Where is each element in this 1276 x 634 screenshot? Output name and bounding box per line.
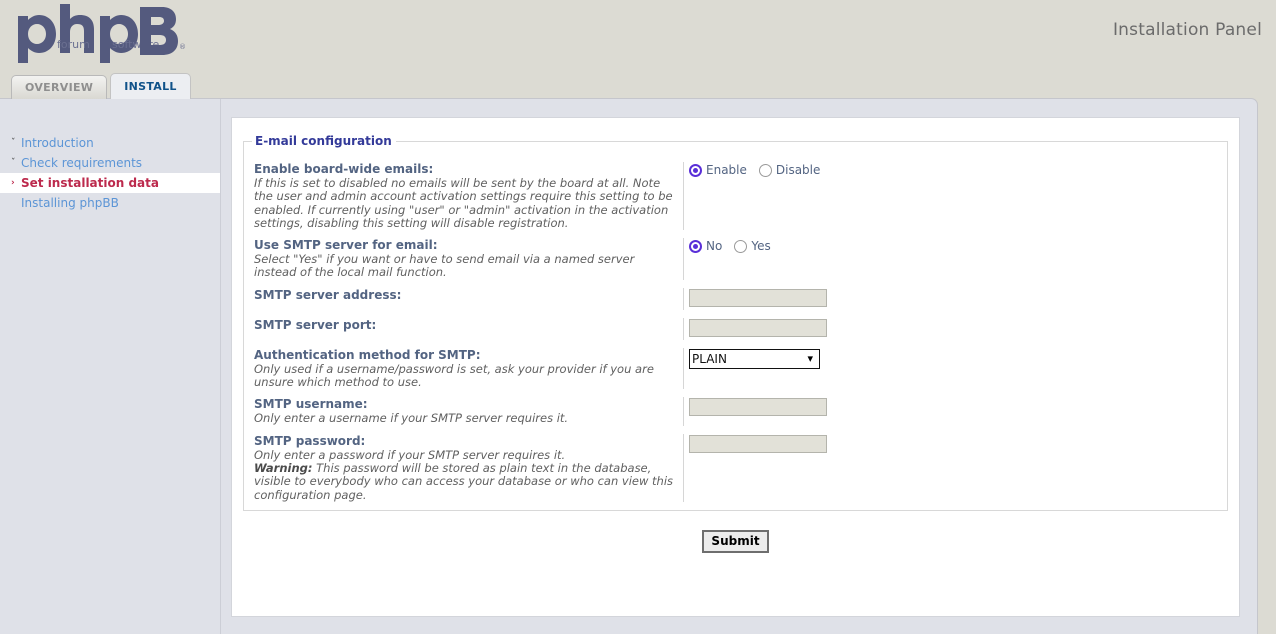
field-description: Only enter a username if your SMTP serve… — [254, 412, 675, 425]
chevron-down-icon: ˇ — [11, 133, 16, 153]
field-description: If this is set to disabled no emails wil… — [254, 177, 675, 230]
radio-label: No — [706, 239, 722, 253]
sidebar-item-check-requirements[interactable]: ˇ Check requirements — [0, 153, 220, 173]
sidebar-item-label: Check requirements — [21, 156, 142, 170]
sidebar-item-label: Introduction — [21, 136, 94, 150]
field-label-block: Enable board-wide emails: If this is set… — [244, 162, 684, 230]
field-description: Only used if a username/password is set,… — [254, 363, 675, 390]
field-row-use-smtp-server: Use SMTP server for email: Select "Yes" … — [244, 234, 1227, 284]
tab-install[interactable]: INSTALL — [110, 73, 191, 99]
radio-icon-selected[interactable] — [689, 164, 702, 177]
logo-subtext-forum: forum — [57, 38, 90, 51]
field-row-authentication-method: Authentication method for SMTP: Only use… — [244, 344, 1227, 394]
main-tabs: OVERVIEW INSTALL — [11, 74, 194, 99]
sidebar-item-set-installation-data[interactable]: › Set installation data — [0, 173, 220, 193]
warning-label: Warning: — [254, 461, 312, 475]
auth-method-select-wrapper: PLAIN ▾ — [689, 349, 820, 369]
auth-method-select[interactable]: PLAIN — [689, 349, 820, 369]
field-control: No Yes — [684, 238, 1227, 253]
radio-label: Enable — [706, 163, 747, 177]
radio-icon[interactable] — [734, 240, 747, 253]
field-row-smtp-username: SMTP username: Only enter a username if … — [244, 393, 1227, 429]
content-panel: E-mail configuration Enable board-wide e… — [231, 117, 1240, 617]
field-row-smtp-password: SMTP password: Only enter a password if … — [244, 430, 1227, 506]
field-control — [684, 318, 1227, 337]
field-label: SMTP server port: — [254, 318, 675, 333]
page-title: Installation Panel — [1113, 20, 1262, 40]
field-label-block: SMTP password: Only enter a password if … — [244, 434, 684, 502]
field-control — [684, 434, 1227, 453]
field-label: SMTP username: — [254, 397, 675, 412]
field-description: Only enter a password if your SMTP serve… — [254, 449, 675, 462]
radio-group-use-smtp-server: No Yes — [689, 239, 1227, 253]
sidebar-item-installing-phpbb[interactable]: Installing phpBB — [0, 193, 220, 213]
field-label-block: Use SMTP server for email: Select "Yes" … — [244, 238, 684, 280]
field-description-warning: Warning: This password will be stored as… — [254, 462, 675, 502]
radio-icon-selected[interactable] — [689, 240, 702, 253]
radio-icon[interactable] — [759, 164, 772, 177]
main-wrapper: ˇ Introduction ˇ Check requirements › Se… — [0, 98, 1258, 634]
field-label: SMTP password: — [254, 434, 675, 449]
field-control — [684, 288, 1227, 307]
field-control — [684, 397, 1227, 416]
sidebar-item-label: Set installation data — [21, 176, 159, 190]
email-configuration-fieldset: E-mail configuration Enable board-wide e… — [243, 134, 1228, 511]
radio-option-enable[interactable]: Enable — [689, 163, 747, 177]
warning-text: This password will be stored as plain te… — [254, 461, 673, 502]
smtp-username-input[interactable] — [689, 398, 827, 416]
field-row-enable-board-wide-emails: Enable board-wide emails: If this is set… — [244, 158, 1227, 234]
field-row-smtp-server-address: SMTP server address: — [244, 284, 1227, 314]
field-label-block: SMTP server port: — [244, 318, 684, 340]
radio-group-enable-board-wide-emails: Enable Disable — [689, 163, 1227, 177]
field-row-smtp-server-port: SMTP server port: — [244, 314, 1227, 344]
field-description: Select "Yes" if you want or have to send… — [254, 253, 675, 280]
radio-option-disable[interactable]: Disable — [759, 163, 821, 177]
phpbb-logo: forum software ® — [14, 4, 189, 66]
field-label: Enable board-wide emails: — [254, 162, 675, 177]
field-control: Enable Disable — [684, 162, 1227, 177]
registered-trademark-icon: ® — [179, 43, 186, 51]
smtp-server-address-input[interactable] — [689, 289, 827, 307]
radio-option-yes[interactable]: Yes — [734, 239, 770, 253]
content-area: E-mail configuration Enable board-wide e… — [221, 99, 1257, 634]
field-label: SMTP server address: — [254, 288, 675, 303]
field-label-block: SMTP username: Only enter a username if … — [244, 397, 684, 425]
submit-button[interactable]: Submit — [702, 530, 768, 553]
radio-label: Disable — [776, 163, 821, 177]
sidebar-item-label: Installing phpBB — [21, 196, 119, 210]
chevron-down-icon: ˇ — [11, 153, 16, 173]
field-label: Use SMTP server for email: — [254, 238, 675, 253]
sidebar-item-introduction[interactable]: ˇ Introduction — [0, 133, 220, 153]
field-label: Authentication method for SMTP: — [254, 348, 675, 363]
field-label-block: Authentication method for SMTP: Only use… — [244, 348, 684, 390]
field-control: PLAIN ▾ — [684, 348, 1227, 369]
tab-overview[interactable]: OVERVIEW — [11, 75, 107, 99]
install-sidebar: ˇ Introduction ˇ Check requirements › Se… — [0, 99, 221, 634]
chevron-right-icon: › — [11, 173, 15, 193]
radio-label: Yes — [751, 239, 770, 253]
field-label-block: SMTP server address: — [244, 288, 684, 310]
fieldset-legend: E-mail configuration — [252, 134, 396, 148]
page-header: forum software ® Installation Panel — [0, 0, 1276, 72]
smtp-server-port-input[interactable] — [689, 319, 827, 337]
submit-row: Submit — [243, 511, 1228, 575]
smtp-password-input[interactable] — [689, 435, 827, 453]
radio-option-no[interactable]: No — [689, 239, 722, 253]
